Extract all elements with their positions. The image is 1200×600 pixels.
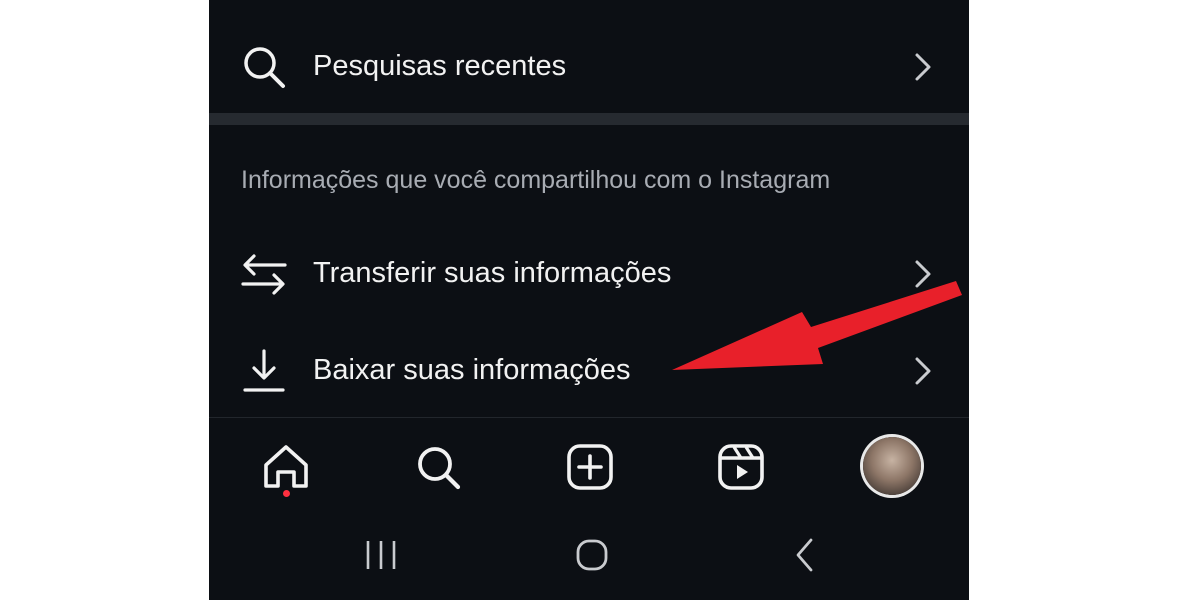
- download-icon: [241, 348, 287, 394]
- menu-item-recent-searches[interactable]: Pesquisas recentes: [209, 22, 969, 112]
- search-icon: [241, 44, 287, 90]
- tab-home[interactable]: [259, 440, 313, 497]
- home-circle-icon: [574, 539, 610, 579]
- transfer-arrows-icon: [241, 251, 287, 297]
- recent-apps-button[interactable]: [364, 535, 398, 575]
- chevron-right-icon: [909, 356, 935, 386]
- profile-avatar[interactable]: [863, 437, 921, 495]
- notification-dot: [283, 490, 290, 497]
- menu-item-download-information[interactable]: Baixar suas informações: [209, 326, 969, 416]
- menu-item-transfer-information[interactable]: Transferir suas informações: [209, 229, 969, 319]
- home-icon: [259, 440, 313, 494]
- menu-item-label: Pesquisas recentes: [313, 50, 567, 82]
- tab-create[interactable]: [563, 440, 617, 494]
- tab-reels[interactable]: [714, 440, 768, 494]
- bottom-nav-divider: [209, 417, 969, 418]
- section-header: Informações que você compartilhou com o …: [241, 166, 831, 194]
- chevron-right-icon: [909, 52, 935, 82]
- recent-apps-icon: [364, 541, 398, 579]
- system-home-button[interactable]: [574, 535, 610, 575]
- search-icon: [411, 440, 465, 494]
- settings-screen: Pesquisas recentes Informações que você …: [209, 0, 969, 600]
- create-icon: [563, 440, 617, 494]
- tab-search[interactable]: [411, 440, 465, 494]
- back-icon: [793, 538, 817, 579]
- reels-icon: [714, 440, 768, 494]
- menu-item-label: Transferir suas informações: [313, 257, 672, 289]
- menu-item-label: Baixar suas informações: [313, 354, 631, 386]
- system-back-button[interactable]: [793, 535, 817, 575]
- chevron-right-icon: [909, 259, 935, 289]
- section-divider: [209, 113, 969, 125]
